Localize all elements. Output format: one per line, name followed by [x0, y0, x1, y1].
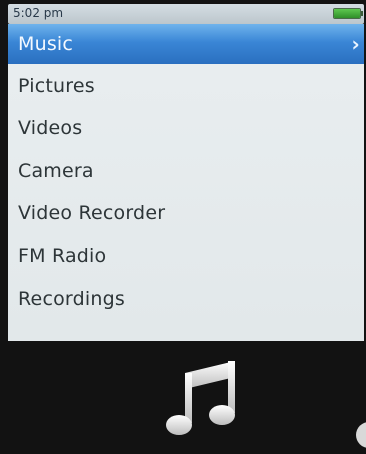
device-bezel-corner — [356, 422, 366, 448]
menu-item-videos[interactable]: Videos — [8, 108, 364, 148]
menu-item-recordings[interactable]: Recordings — [8, 279, 364, 319]
main-menu: Music › Pictures Videos Camera Video Rec… — [8, 24, 364, 341]
menu-item-label: Videos — [18, 117, 83, 139]
menu-item-camera[interactable]: Camera — [8, 151, 364, 191]
menu-item-label: Video Recorder — [18, 202, 166, 224]
menu-item-label: Pictures — [18, 75, 95, 97]
chevron-right-icon: › — [351, 32, 360, 56]
menu-item-fm-radio[interactable]: FM Radio — [8, 236, 364, 276]
menu-item-label: Music — [18, 33, 74, 55]
menu-item-video-recorder[interactable]: Video Recorder — [8, 193, 364, 233]
status-time: 5:02 pm — [13, 6, 64, 20]
battery-icon — [334, 9, 363, 18]
menu-item-label: Recordings — [18, 288, 125, 310]
status-bar: 5:02 pm — [8, 4, 364, 24]
menu-item-pictures[interactable]: Pictures — [8, 66, 364, 106]
menu-preview-panel — [0, 341, 366, 454]
menu-item-label: Camera — [18, 160, 94, 182]
device-screen: 5:02 pm Music › Pictures Videos Camera V… — [0, 0, 366, 454]
menu-item-music[interactable]: Music › — [8, 24, 364, 64]
music-note-icon — [166, 361, 235, 435]
menu-item-label: FM Radio — [18, 245, 107, 267]
